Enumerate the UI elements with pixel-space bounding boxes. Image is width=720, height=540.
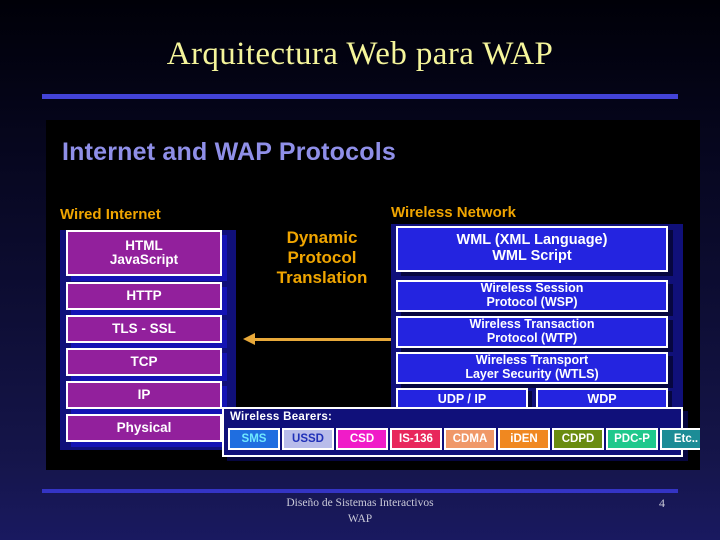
wireless-bearers-title: Wireless Bearers: <box>230 411 333 423</box>
footer-divider <box>42 489 678 493</box>
protocol-box-line2: Layer Security (WTLS) <box>465 367 599 381</box>
bearer-chip[interactable]: iDEN <box>498 428 550 450</box>
bearer-chip[interactable]: CSD <box>336 428 388 450</box>
protocol-box-line2: WML Script <box>492 248 572 264</box>
title-divider <box>42 94 678 99</box>
protocol-box-label: UDP / IP <box>437 392 487 406</box>
bearer-chip[interactable]: PDC-P <box>606 428 658 450</box>
bearer-chip[interactable]: CDPD <box>552 428 604 450</box>
bearer-chip[interactable]: SMS <box>228 428 280 450</box>
bearer-chip[interactable]: CDMA <box>444 428 496 450</box>
slide-title-bar: Arquitectura Web para WAP <box>0 36 720 73</box>
protocol-box-line2: Protocol (WTP) <box>486 331 578 345</box>
diagram-panel: Internet and WAP Protocols Wired Interne… <box>46 120 700 470</box>
protocol-box-label: WDP <box>587 392 617 406</box>
protocol-box-wsp[interactable]: Wireless Session Protocol (WSP) <box>396 280 668 312</box>
bearer-chip[interactable]: IS-136 <box>390 428 442 450</box>
translation-line-3: Translation <box>276 268 368 288</box>
dynamic-protocol-translation-label: Dynamic Protocol Translation <box>242 228 402 288</box>
protocol-box-line1: TCP <box>130 353 158 369</box>
bearer-chip[interactable]: Etc.. <box>660 428 700 450</box>
translation-line-1: Dynamic <box>286 228 358 247</box>
wireless-bearers-list: SMS USSD CSD IS-136 CDMA iDEN CDPD PDC-P Etc.. <box>228 428 700 450</box>
protocol-box-line1: Wireless Transport <box>475 353 589 368</box>
section-label-wireless: Wireless Network <box>391 204 516 221</box>
protocol-box-line1: IP <box>137 386 151 402</box>
translation-line-2: Protocol <box>287 248 357 268</box>
protocol-box-line1: HTML <box>125 237 163 253</box>
diagram-heading: Internet and WAP Protocols <box>62 138 396 166</box>
protocol-box-line2: Protocol (WSP) <box>486 295 578 309</box>
protocol-box-ip[interactable]: IP <box>66 381 222 409</box>
footer-text: Diseño de Sistemas Interactivos WAP <box>0 496 720 527</box>
footer-line-2: WAP <box>347 512 373 525</box>
protocol-box-line1: Wireless Transaction <box>469 317 595 332</box>
protocol-box-tcp[interactable]: TCP <box>66 348 222 376</box>
protocol-box-wml[interactable]: WML (XML Language) WML Script <box>396 226 668 272</box>
protocol-box-line1: WML (XML Language) <box>456 232 608 249</box>
protocol-box-line1: Wireless Session <box>480 281 584 296</box>
page-title: Arquitectura Web para WAP <box>166 36 554 72</box>
wired-protocol-stack: HTML JavaScript HTTP TLS - SSL TCP IP Ph… <box>60 230 236 450</box>
protocol-box-wtp[interactable]: Wireless Transaction Protocol (WTP) <box>396 316 668 348</box>
wireless-protocol-stack: WML (XML Language) WML Script Wireless S… <box>391 224 683 410</box>
bearer-chip[interactable]: USSD <box>282 428 334 450</box>
protocol-box-physical[interactable]: Physical <box>66 414 222 442</box>
wireless-bearers-panel: Wireless Bearers: SMS USSD CSD IS-136 CDMA iD… <box>222 407 700 457</box>
protocol-box-html-javascript[interactable]: HTML JavaScript <box>66 230 222 276</box>
protocol-box-http[interactable]: HTTP <box>66 282 222 310</box>
protocol-box-tls-ssl[interactable]: TLS - SSL <box>66 315 222 343</box>
section-label-wired: Wired Internet <box>60 206 161 223</box>
page-number: 4 <box>659 496 665 510</box>
protocol-box-line1: Physical <box>116 419 172 435</box>
protocol-box-wtls[interactable]: Wireless Transport Layer Security (WTLS) <box>396 352 668 384</box>
footer-line-1: Diseño de Sistemas Interactivos <box>286 497 434 509</box>
protocol-box-line1: HTTP <box>126 287 162 303</box>
protocol-box-line1: TLS - SSL <box>112 320 176 336</box>
protocol-box-line2: JavaScript <box>109 252 179 267</box>
